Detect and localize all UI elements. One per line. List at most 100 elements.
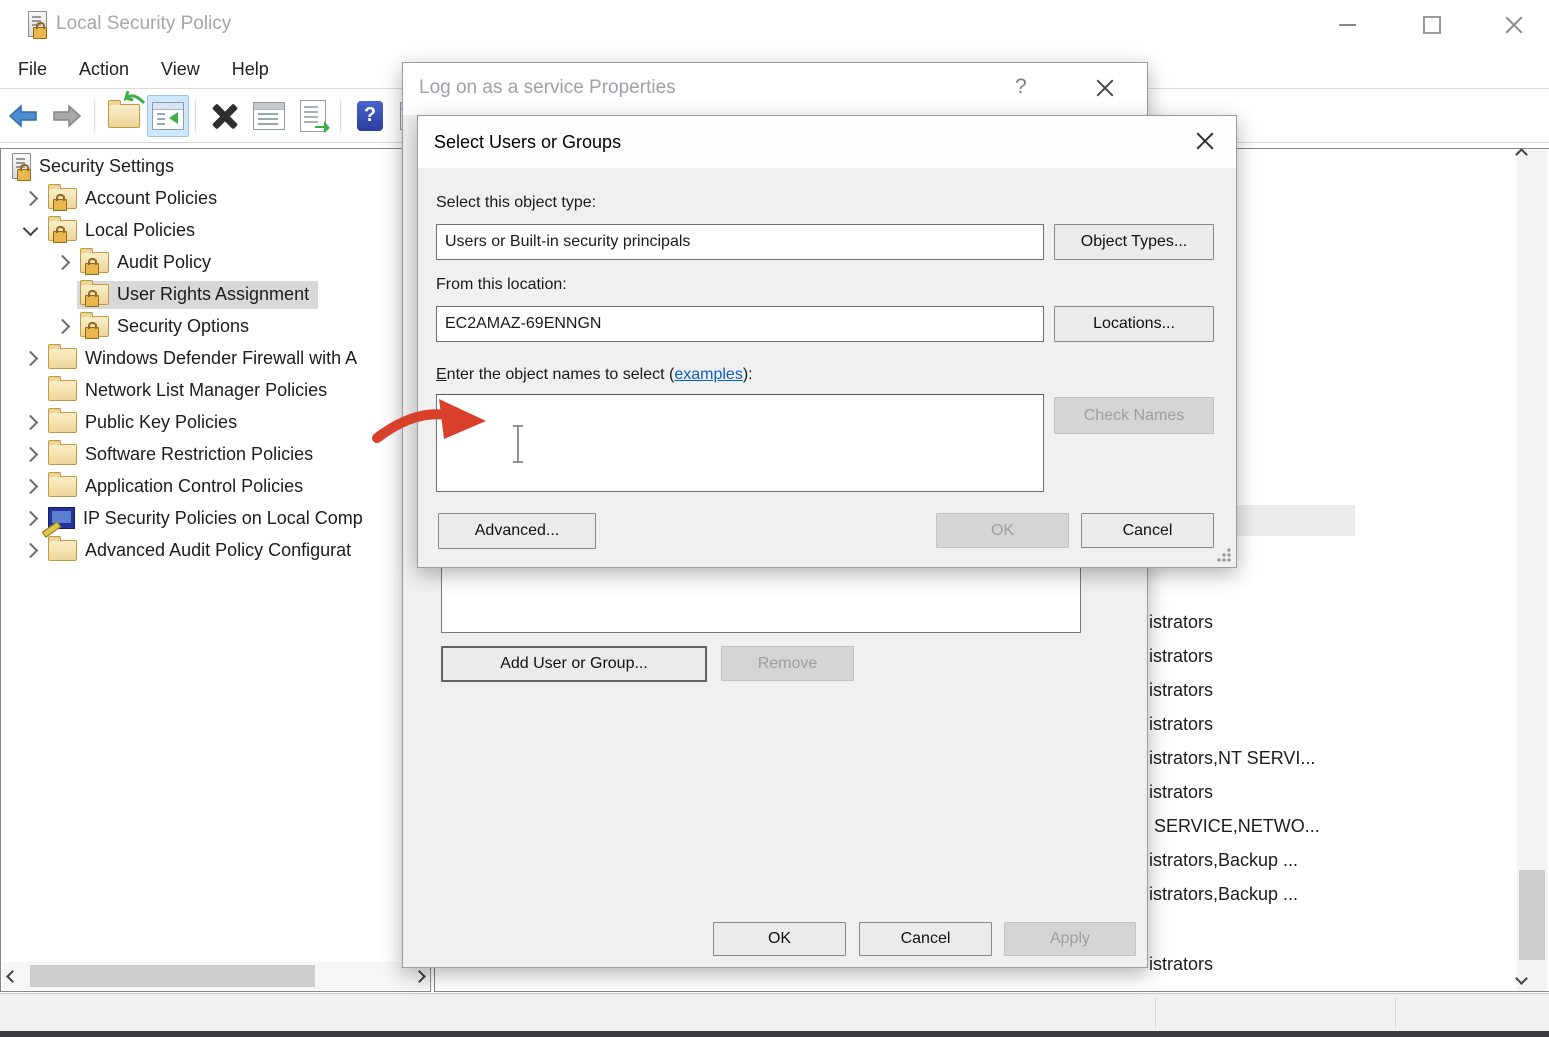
tree-item-local-policies[interactable]: Local Policies — [1, 215, 204, 246]
select-users-or-groups-dialog: Select Users or Groups Select this objec… — [417, 115, 1237, 568]
status-divider — [1395, 998, 1396, 1028]
list-row[interactable]: istrators,Backup ... — [1141, 879, 1306, 910]
tree-item-account-policies[interactable]: Account Policies — [1, 183, 226, 214]
chevron-right-icon[interactable] — [15, 545, 45, 556]
export-folder-icon[interactable] — [103, 95, 145, 137]
list-vertical-scrollbar[interactable] — [1517, 150, 1547, 991]
chevron-right-icon — [413, 970, 426, 983]
list-row[interactable]: istrators — [1141, 777, 1221, 808]
tree-item-label: IP Security Policies on Local Comp — [83, 508, 363, 529]
menu-item-action[interactable]: Action — [65, 59, 143, 80]
tree-horizontal-scrollbar[interactable] — [2, 962, 429, 990]
list-row[interactable]: istrators,Backup ... — [1141, 845, 1306, 876]
dialog-title: Select Users or Groups — [434, 132, 621, 153]
folder-icon — [48, 380, 77, 401]
menu-item-view[interactable]: View — [147, 59, 214, 80]
apply-button[interactable]: Apply — [1004, 922, 1136, 956]
tree-item-network-list-manager-policies[interactable]: Network List Manager Policies — [1, 375, 336, 406]
maximize-button[interactable] — [1397, 0, 1467, 50]
window-titlebar: Local Security Policy — [0, 0, 1549, 50]
chevron-right-icon[interactable] — [15, 417, 45, 428]
chevron-right-icon[interactable] — [15, 449, 45, 460]
show-console-tree-icon[interactable] — [147, 95, 189, 137]
chevron-right-icon[interactable] — [47, 257, 77, 268]
ok-button[interactable]: OK — [713, 922, 846, 956]
chevron-right-icon[interactable] — [15, 193, 45, 204]
examples-link[interactable]: examples — [674, 366, 742, 383]
scrollbar-thumb[interactable] — [30, 965, 315, 987]
menu-item-file[interactable]: File — [4, 59, 61, 80]
chevron-right-icon[interactable] — [15, 481, 45, 492]
dialog-title: Log on as a service Properties — [419, 77, 676, 99]
console-tree-panel: Security Settings Account Policies Local P… — [0, 148, 431, 992]
minimize-button[interactable] — [1312, 0, 1382, 50]
location-field[interactable]: EC2AMAZ-69ENNGN — [436, 306, 1044, 342]
help-icon[interactable]: ? — [349, 95, 391, 137]
ipsec-icon — [48, 507, 75, 529]
chevron-down-icon[interactable] — [15, 227, 45, 234]
object-names-input[interactable] — [436, 394, 1044, 492]
tree-item-advanced-audit-policy-configurat[interactable]: Advanced Audit Policy Configurat — [1, 535, 360, 566]
list-row[interactable]: istrators — [1141, 641, 1221, 672]
tree-item-label: Network List Manager Policies — [85, 380, 327, 401]
scrollbar-thumb[interactable] — [1519, 870, 1545, 960]
tree-item-label: Public Key Policies — [85, 412, 237, 433]
tree-item-label: Account Policies — [85, 188, 217, 209]
toolbar-separator — [195, 101, 196, 131]
chevron-down-icon — [1515, 972, 1528, 985]
list-row[interactable]: istrators — [1141, 675, 1221, 706]
minimize-icon — [1339, 24, 1356, 26]
tree-item-ip-security-policies-on-local-comp[interactable]: IP Security Policies on Local Comp — [1, 503, 372, 534]
ok-button[interactable]: OK — [936, 513, 1069, 548]
dialog-titlebar: Log on as a service Properties ? — [403, 63, 1147, 115]
tree-item-application-control-policies[interactable]: Application Control Policies — [1, 471, 312, 502]
tree-item-windows-defender-firewall-with-a[interactable]: Windows Defender Firewall with A — [1, 343, 366, 374]
folder-lock-icon — [80, 284, 109, 305]
close-button[interactable] — [1479, 0, 1549, 50]
locations-button[interactable]: Locations... — [1054, 306, 1214, 342]
tree-item-label: Audit Policy — [117, 252, 211, 273]
object-types-button[interactable]: Object Types... — [1054, 224, 1214, 260]
scroll-left-button[interactable] — [2, 962, 22, 990]
tree-item-security-settings[interactable]: Security Settings — [1, 151, 183, 182]
tree-item-public-key-policies[interactable]: Public Key Policies — [1, 407, 246, 438]
delete-icon[interactable] — [204, 95, 246, 137]
tree-item-software-restriction-policies[interactable]: Software Restriction Policies — [1, 439, 322, 470]
tree-item-label: Security Settings — [39, 156, 174, 177]
close-icon[interactable] — [1195, 131, 1217, 153]
forward-icon[interactable] — [46, 95, 88, 137]
remove-button[interactable]: Remove — [721, 646, 854, 681]
list-row[interactable]: istrators — [1141, 949, 1221, 980]
cancel-button[interactable]: Cancel — [859, 922, 992, 956]
back-icon[interactable] — [2, 95, 44, 137]
help-icon[interactable]: ? — [1015, 75, 1027, 99]
cancel-button[interactable]: Cancel — [1081, 513, 1214, 548]
resize-grip-icon[interactable] — [1216, 547, 1232, 563]
chevron-right-icon[interactable] — [15, 513, 45, 524]
tree-item-label: Security Options — [117, 316, 249, 337]
list-row[interactable]: istrators — [1141, 709, 1221, 740]
add-user-or-group-button[interactable]: Add User or Group... — [441, 646, 707, 682]
chevron-right-icon[interactable] — [15, 353, 45, 364]
scroll-up-button[interactable] — [1517, 150, 1547, 176]
chevron-right-icon[interactable] — [47, 321, 77, 332]
export-list-icon[interactable] — [292, 95, 334, 137]
list-row[interactable]: SERVICE,NETWO... — [1141, 811, 1328, 842]
list-row[interactable]: istrators — [1141, 607, 1221, 638]
scroll-down-button[interactable] — [1517, 961, 1547, 987]
tree-item-audit-policy[interactable]: Audit Policy — [1, 247, 220, 278]
menu-item-help[interactable]: Help — [218, 59, 283, 80]
advanced-button[interactable]: Advanced... — [438, 513, 596, 549]
tree-item-security-options[interactable]: Security Options — [1, 311, 258, 342]
list-row[interactable]: istrators,NT SERVI... — [1141, 743, 1323, 774]
status-divider — [1155, 998, 1156, 1028]
properties-icon[interactable] — [248, 95, 290, 137]
close-icon[interactable] — [1095, 78, 1117, 100]
tree-item-user-rights-assignment[interactable]: User Rights Assignment — [1, 279, 318, 310]
folder-icon — [48, 412, 77, 433]
check-names-button[interactable]: Check Names — [1054, 397, 1214, 434]
bottom-strip — [0, 1031, 1549, 1037]
close-icon — [1504, 15, 1524, 35]
tree-item-label: User Rights Assignment — [117, 284, 309, 305]
object-type-field[interactable]: Users or Built-in security principals — [436, 224, 1044, 260]
